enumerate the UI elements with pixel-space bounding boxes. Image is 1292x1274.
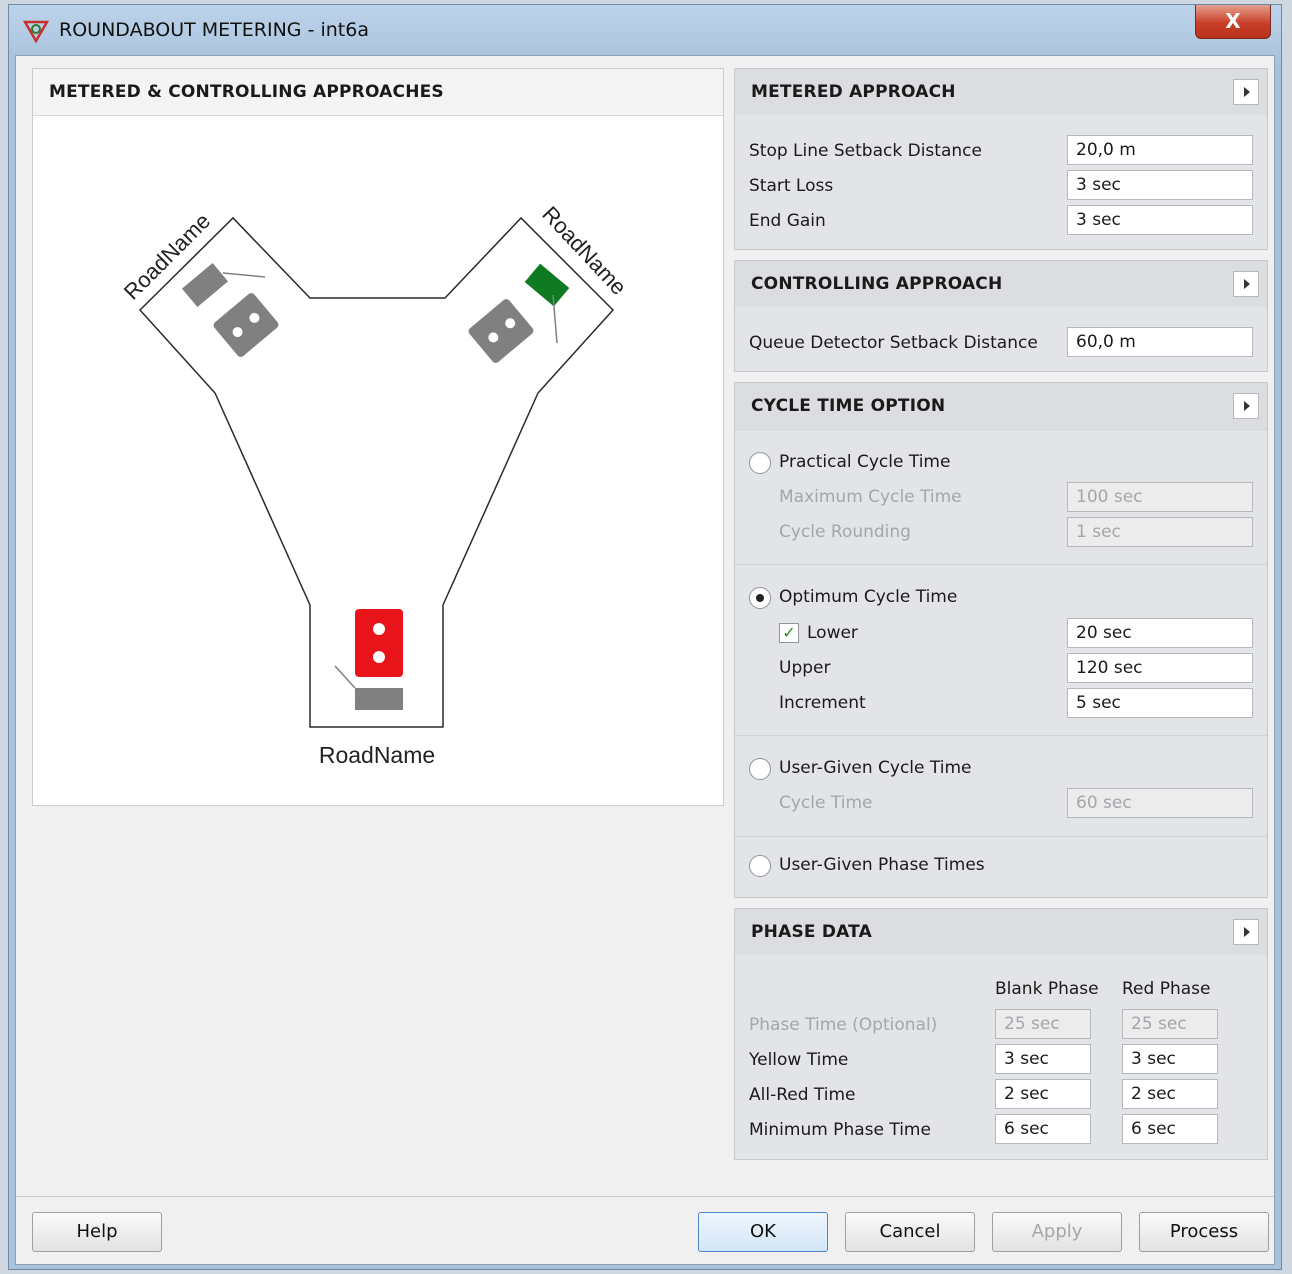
- lower-checkbox[interactable]: ✓: [779, 623, 799, 643]
- upper-field[interactable]: 120 sec: [1067, 653, 1253, 683]
- red-phase-column-header: Red Phase: [1122, 979, 1211, 999]
- window-title: ROUNDABOUT METERING - int6a: [59, 19, 369, 41]
- practical-cycle-radio[interactable]: [749, 452, 771, 474]
- increment-label: Increment: [779, 693, 866, 713]
- red-all-red-time-field[interactable]: 2 sec: [1122, 1079, 1218, 1109]
- title-bar[interactable]: ROUNDABOUT METERING - int6a X: [9, 5, 1281, 55]
- phase-data-title: PHASE DATA: [751, 922, 872, 942]
- phase-data-expand-button[interactable]: [1233, 919, 1259, 945]
- blank-phase-time-field: 25 sec: [995, 1009, 1091, 1039]
- checkmark-icon: ✓: [782, 623, 796, 642]
- cycle-time-option-header: CYCLE TIME OPTION: [735, 383, 1267, 429]
- optimum-cycle-section: Optimum Cycle Time ✓ Lower 20 sec Upper …: [735, 564, 1267, 734]
- red-yellow-time-field[interactable]: 3 sec: [1122, 1044, 1218, 1074]
- user-given-cycle-label[interactable]: User-Given Cycle Time: [779, 758, 971, 778]
- cycle-time-label: Cycle Time: [779, 793, 873, 813]
- start-loss-field[interactable]: 3 sec: [1067, 170, 1253, 200]
- help-button[interactable]: Help: [32, 1212, 162, 1252]
- max-cycle-time-label: Maximum Cycle Time: [779, 487, 962, 507]
- blank-all-red-time-field[interactable]: 2 sec: [995, 1079, 1091, 1109]
- min-phase-time-label: Minimum Phase Time: [749, 1120, 931, 1140]
- cycle-rounding-field: 1 sec: [1067, 517, 1253, 547]
- practical-cycle-label[interactable]: Practical Cycle Time: [779, 452, 950, 472]
- metered-approach-title: METERED APPROACH: [751, 82, 956, 102]
- close-button[interactable]: X: [1195, 5, 1271, 39]
- yellow-time-label: Yellow Time: [749, 1050, 849, 1070]
- stop-line-setback-field[interactable]: 20,0 m: [1067, 135, 1253, 165]
- end-gain-field[interactable]: 3 sec: [1067, 205, 1253, 235]
- controlling-approach-expand-button[interactable]: [1233, 271, 1259, 297]
- stop-line-setback-label: Stop Line Setback Distance: [749, 141, 982, 161]
- controlling-approach-panel: CONTROLLING APPROACH Queue Detector Setb…: [734, 260, 1268, 372]
- user-given-phase-radio[interactable]: [749, 855, 771, 877]
- roundabout-diagram: RoadName RoadName RoadName: [119, 201, 632, 768]
- queue-detector-setback-label: Queue Detector Setback Distance: [749, 333, 1038, 353]
- queue-detector-setback-field[interactable]: 60,0 m: [1067, 327, 1253, 357]
- cycle-rounding-label: Cycle Rounding: [779, 522, 911, 542]
- red-min-phase-time-field[interactable]: 6 sec: [1122, 1114, 1218, 1144]
- phase-data-panel: PHASE DATA Blank Phase Red Phase Phase T…: [734, 908, 1268, 1160]
- close-icon: X: [1225, 9, 1241, 33]
- cancel-button[interactable]: Cancel: [845, 1212, 975, 1252]
- lower-field[interactable]: 20 sec: [1067, 618, 1253, 648]
- end-gain-label: End Gain: [749, 211, 826, 231]
- practical-cycle-section: Practical Cycle Time Maximum Cycle Time …: [735, 429, 1267, 563]
- red-phase-time-field: 25 sec: [1122, 1009, 1218, 1039]
- phase-time-label: Phase Time (Optional): [749, 1015, 938, 1035]
- user-given-cycle-radio[interactable]: [749, 758, 771, 780]
- controlling-approach-title: CONTROLLING APPROACH: [751, 274, 1003, 294]
- process-button[interactable]: Process: [1139, 1212, 1269, 1252]
- dialog-window: ROUNDABOUT METERING - int6a X METERED & …: [8, 4, 1282, 1270]
- cycle-time-option-panel: CYCLE TIME OPTION Practical Cycle Time M…: [734, 382, 1268, 898]
- metered-approach-expand-button[interactable]: [1233, 79, 1259, 105]
- upper-label: Upper: [779, 658, 831, 678]
- start-loss-label: Start Loss: [749, 176, 834, 196]
- user-given-phase-section: User-Given Phase Times: [735, 836, 1267, 897]
- cycle-time-option-expand-button[interactable]: [1233, 393, 1259, 419]
- user-given-cycle-section: User-Given Cycle Time Cycle Time 60 sec: [735, 735, 1267, 835]
- diagram-panel-header: METERED & CONTROLLING APPROACHES: [33, 69, 723, 116]
- footer-divider: [16, 1196, 1274, 1197]
- blank-min-phase-time-field[interactable]: 6 sec: [995, 1114, 1091, 1144]
- metered-approach-panel: METERED APPROACH Stop Line Setback Dista…: [734, 68, 1268, 250]
- controlling-approach-header: CONTROLLING APPROACH: [735, 261, 1267, 307]
- road-name-bottom: RoadName: [319, 742, 435, 768]
- approaches-diagram-panel: METERED & CONTROLLING APPROACHES RoadNam…: [32, 68, 724, 806]
- cycle-time-option-title: CYCLE TIME OPTION: [751, 396, 946, 416]
- blank-phase-column-header: Blank Phase: [995, 979, 1099, 999]
- optimum-cycle-label[interactable]: Optimum Cycle Time: [779, 587, 957, 607]
- lower-label: Lower: [807, 623, 858, 643]
- roundabout-app-icon: [22, 19, 50, 47]
- blank-yellow-time-field[interactable]: 3 sec: [995, 1044, 1091, 1074]
- user-given-phase-label[interactable]: User-Given Phase Times: [779, 855, 985, 875]
- all-red-time-label: All-Red Time: [749, 1085, 856, 1105]
- max-cycle-time-field: 100 sec: [1067, 482, 1253, 512]
- metered-approach-header: METERED APPROACH: [735, 69, 1267, 115]
- apply-button[interactable]: Apply: [992, 1212, 1122, 1252]
- optimum-cycle-radio[interactable]: [749, 587, 771, 609]
- cycle-time-field: 60 sec: [1067, 788, 1253, 818]
- dialog-client-area: METERED & CONTROLLING APPROACHES RoadNam…: [15, 55, 1275, 1265]
- phase-data-header: PHASE DATA: [735, 909, 1267, 955]
- increment-field[interactable]: 5 sec: [1067, 688, 1253, 718]
- ok-button[interactable]: OK: [698, 1212, 828, 1252]
